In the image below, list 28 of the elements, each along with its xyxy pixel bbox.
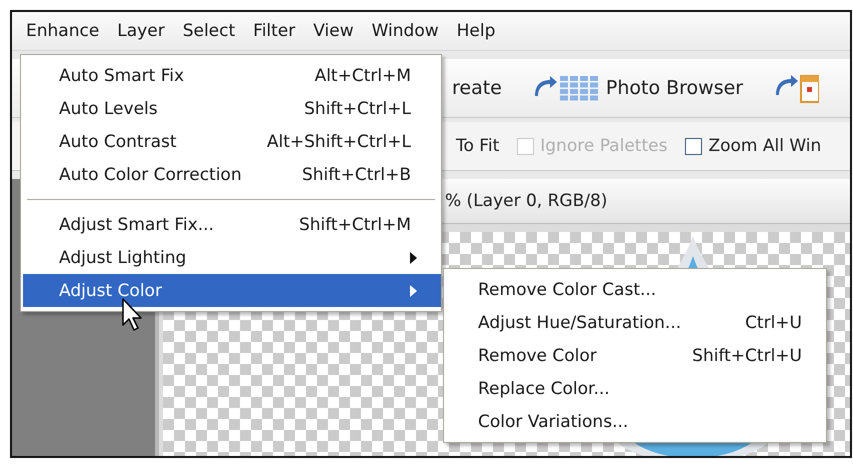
document-title: % (Layer 0, RGB/8): [445, 191, 608, 211]
menu-title[interactable]: Enhance: [18, 17, 108, 45]
menu-title[interactable]: Filter: [245, 17, 304, 45]
menu-item[interactable]: Auto Contrast Alt+Shift+Ctrl+L: [23, 125, 441, 158]
menu-title[interactable]: Help: [448, 17, 504, 45]
menu-item[interactable]: Auto Smart Fix Alt+Ctrl+M: [23, 59, 441, 92]
checkbox-option[interactable]: Zoom All Win: [685, 136, 822, 156]
menu-item[interactable]: Auto Color Correction Shift+Ctrl+B: [23, 158, 441, 191]
toolbar-button[interactable]: reate: [452, 77, 502, 99]
menu-title[interactable]: View: [305, 17, 362, 45]
menu-title[interactable]: Window: [364, 17, 447, 45]
menu-item[interactable]: Adjust Smart Fix... Shift+Ctrl+M: [23, 208, 441, 241]
submenu-arrow-icon: [410, 252, 417, 264]
menu-item[interactable]: Remove Color Cast...: [444, 273, 826, 306]
submenu-arrow-icon: [410, 284, 417, 296]
menu-item[interactable]: Adjust Lighting: [23, 241, 441, 274]
menu-item[interactable]: Color Variations...: [444, 405, 826, 438]
menu-item[interactable]: Auto Levels Shift+Ctrl+L: [23, 92, 441, 125]
menu-title[interactable]: Layer: [109, 17, 173, 45]
menu-item[interactable]: Adjust Color: [23, 274, 441, 307]
menu-item[interactable]: Remove Color Shift+Ctrl+U: [444, 339, 826, 372]
calendar-button[interactable]: [773, 73, 820, 103]
menu-item[interactable]: Adjust Hue/Saturation... Ctrl+U: [444, 306, 826, 339]
menu-item[interactable]: Replace Color...: [444, 372, 826, 405]
arrow-calendar-icon: [773, 73, 820, 103]
menu-title[interactable]: Select: [174, 17, 244, 45]
photo-browser-button[interactable]: Photo Browser: [532, 74, 744, 102]
fit-label[interactable]: To Fit: [456, 136, 500, 156]
